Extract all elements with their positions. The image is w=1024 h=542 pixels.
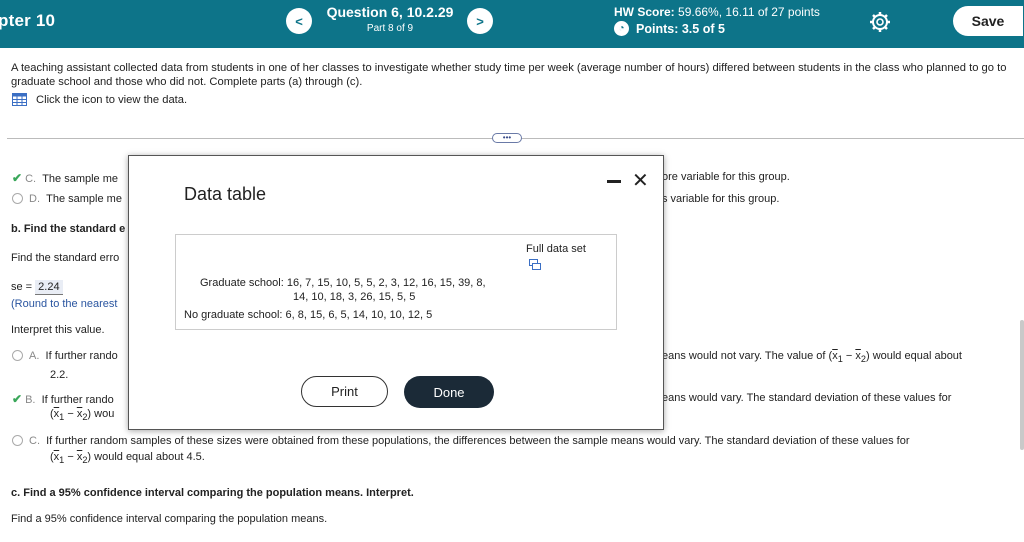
more-button[interactable]: ••• — [492, 133, 522, 143]
option-text: The sample me — [46, 193, 122, 205]
option-letter: B. — [25, 394, 36, 406]
option-text: If further rando — [45, 350, 118, 362]
radio-button[interactable] — [12, 435, 23, 446]
part-c-heading: c. Find a 95% confidence interval compar… — [11, 487, 414, 499]
part-b-heading: b. Find the standard e — [11, 223, 126, 235]
se-answer-field[interactable]: 2.24 — [35, 280, 63, 295]
view-data-link[interactable]: Click the icon to view the data. — [12, 93, 187, 106]
option-letter: D. — [29, 193, 40, 205]
option-a-right-text2: would equal about — [872, 350, 962, 362]
table-icon[interactable] — [12, 93, 27, 106]
question-title: Question 6, 10.2.29 — [326, 4, 454, 20]
option-text: If further rando — [41, 394, 114, 406]
se-answer: se = 2.24 — [11, 280, 63, 295]
interpret-option-c[interactable]: C. If further random samples of these si… — [12, 435, 910, 447]
hw-score-label: HW Score: — [614, 5, 675, 19]
option-c-line2-text: would equal about 4.5. — [94, 451, 205, 463]
diff-expression: (x1 − x2) — [828, 350, 870, 365]
diff-expression: (x1 − x2) — [50, 451, 92, 466]
check-icon: ✔ — [12, 171, 23, 185]
gear-icon[interactable] — [868, 10, 892, 34]
option-text: If further random samples of these sizes… — [46, 435, 910, 447]
find-ci-text: Find a 95% confidence interval comparing… — [11, 513, 328, 525]
points-value: 3.5 of 5 — [681, 21, 725, 36]
option-letter: A. — [29, 350, 40, 362]
view-data-text[interactable]: Click the icon to view the data. — [36, 94, 187, 106]
graduate-school-data: Graduate school: 16, 7, 15, 10, 5, 5, 2,… — [200, 277, 486, 289]
option-letter: C. — [25, 173, 37, 185]
top-bar: pter 10 < Question 6, 10.2.29 Part 8 of … — [0, 0, 1024, 48]
interpret-text: Interpret this value. — [11, 324, 105, 336]
option-b-line2-text: wou — [94, 408, 115, 420]
radio-button[interactable] — [12, 193, 23, 204]
partial-credit-icon: ◔ — [614, 21, 629, 36]
diff-expression: (x1 − x2) — [50, 408, 92, 423]
option-text: The sample me — [42, 173, 118, 185]
round-note: (Round to the nearest — [11, 298, 118, 310]
option-c-text-right: ore variable for this group. — [662, 171, 790, 183]
option-a-right-text: eans would not vary. The value of — [662, 350, 826, 362]
radio-button[interactable] — [12, 350, 23, 361]
points: ◔ Points: 3.5 of 5 — [614, 21, 725, 36]
option-c-line2: (x1 − x2) would equal about 4.5. — [50, 451, 205, 465]
problem-statement: A teaching assistant collected data from… — [11, 62, 1007, 88]
copy-data-icon[interactable] — [529, 259, 541, 270]
done-button[interactable]: Done — [404, 376, 494, 408]
find-se-text: Find the standard erro — [11, 252, 120, 264]
interpret-option-a[interactable]: A. If further rando — [12, 350, 118, 362]
se-label: se = — [11, 281, 33, 293]
scrollbar[interactable] — [1020, 320, 1024, 450]
option-c-row[interactable]: ✔ C. The sample me — [12, 171, 118, 185]
next-question-button[interactable]: > — [467, 8, 493, 34]
close-icon[interactable]: ✕ — [632, 168, 649, 193]
points-label: Points: — [636, 21, 679, 36]
question-part: Part 8 of 9 — [366, 23, 414, 34]
chapter-title: pter 10 — [0, 11, 56, 30]
option-b-right: eans would vary. The standard deviation … — [662, 392, 952, 404]
option-a-line2: 2.2. — [50, 369, 69, 381]
previous-question-button[interactable]: < — [286, 8, 312, 34]
hw-score-value: 59.66%, 16.11 of 27 points — [678, 5, 820, 19]
print-button[interactable]: Print — [301, 376, 388, 407]
option-letter: C. — [29, 435, 40, 447]
interpret-option-b[interactable]: ✔ B. If further rando — [12, 392, 114, 406]
minimize-icon[interactable] — [607, 180, 621, 183]
option-b-line2: (x1 − x2) wou — [50, 408, 114, 422]
no-graduate-school-data: No graduate school: 6, 8, 15, 6, 5, 14, … — [184, 309, 433, 321]
option-a-right: eans would not vary. The value of (x1 − … — [662, 350, 962, 364]
graduate-school-data-cont: 14, 10, 18, 3, 26, 15, 5, 5 — [293, 291, 416, 303]
dialog-title: Data table — [184, 184, 267, 204]
full-data-set-label: Full data set — [526, 243, 586, 255]
data-table-dialog: Data table ✕ Full data set Graduate scho… — [128, 155, 664, 430]
data-table: Full data set Graduate school: 16, 7, 15… — [175, 234, 617, 330]
save-button[interactable]: Save — [953, 6, 1023, 36]
option-d-text-right: s variable for this group. — [662, 193, 780, 205]
check-icon: ✔ — [12, 392, 23, 406]
hw-score: HW Score: 59.66%, 16.11 of 27 points — [614, 5, 820, 19]
option-d-row[interactable]: D. The sample me — [12, 193, 122, 205]
